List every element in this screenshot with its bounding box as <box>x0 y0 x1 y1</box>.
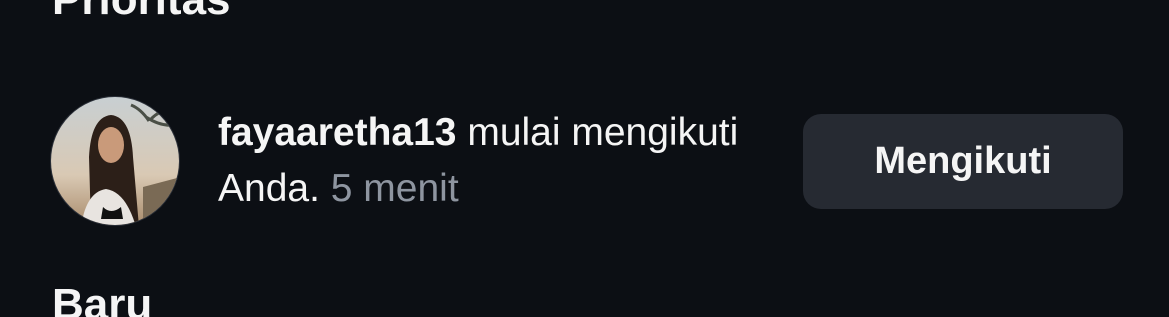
avatar[interactable] <box>50 96 180 226</box>
notification-username[interactable]: fayaaretha13 <box>218 111 457 154</box>
section-title-new: Baru <box>52 280 153 317</box>
section-title-priority: Prioritas <box>52 0 231 22</box>
notification-text: fayaaretha13 mulai mengikuti Anda. 5 men… <box>218 105 778 217</box>
following-button[interactable]: Mengikuti <box>803 114 1123 209</box>
notification-row[interactable]: fayaaretha13 mulai mengikuti Anda. 5 men… <box>0 96 1169 228</box>
activity-page: Prioritas fayaare <box>0 0 1169 317</box>
avatar-photo <box>51 97 179 225</box>
notification-time: 5 menit <box>330 167 459 210</box>
